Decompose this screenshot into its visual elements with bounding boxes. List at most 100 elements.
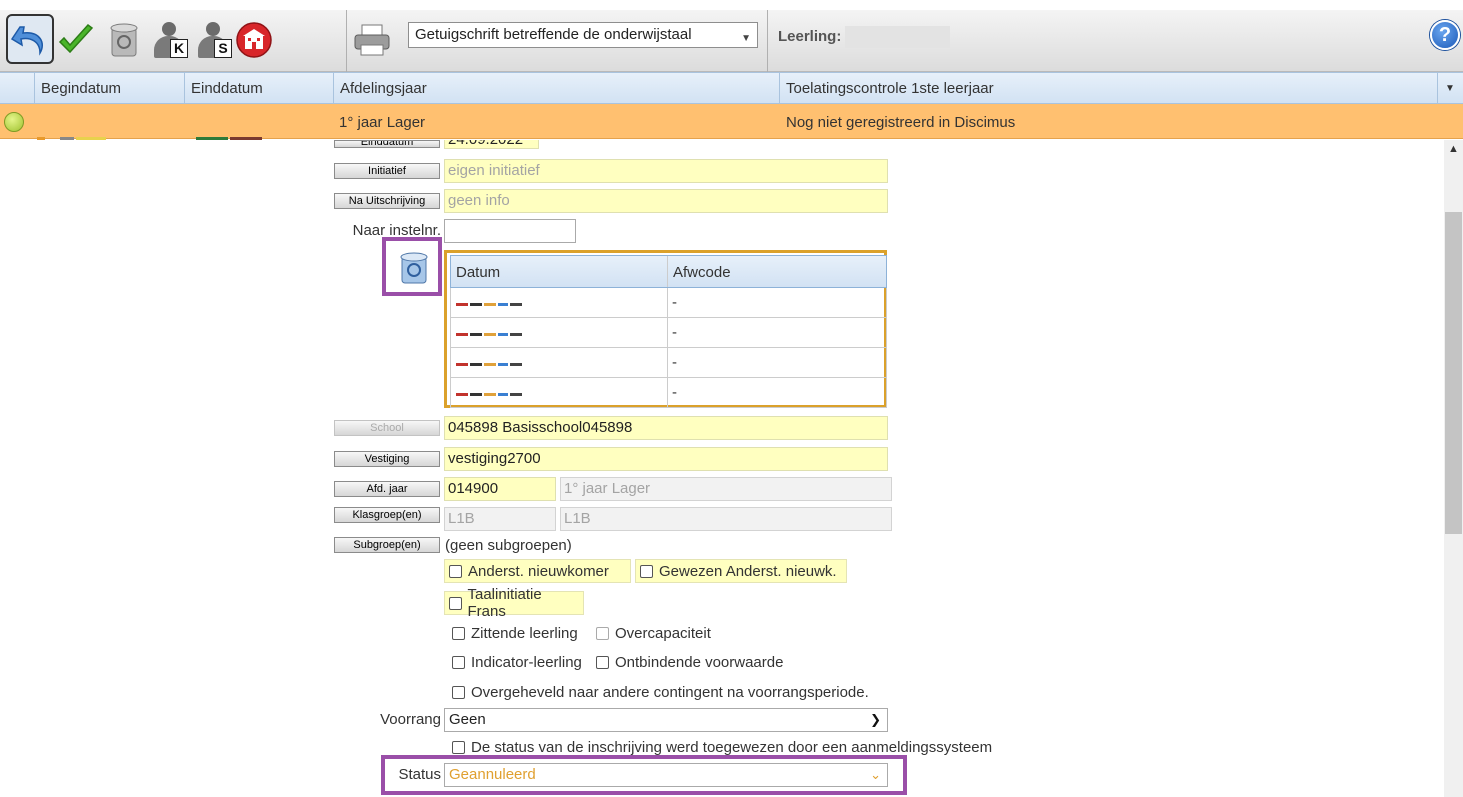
table-row[interactable]: -	[450, 318, 887, 348]
voorrang-select-value: Geen	[449, 711, 486, 728]
person-k-icon: K	[150, 20, 190, 60]
begindatum-cell	[36, 104, 107, 140]
checkbox-icon	[452, 741, 465, 754]
table-row[interactable]: -	[450, 348, 887, 378]
afwcode-cell: -	[672, 324, 677, 341]
ontbindende-voorwaarde-checkbox[interactable]: Ontbindende voorwaarde	[596, 654, 783, 671]
checkbox-icon	[449, 596, 462, 610]
klasgroep-field-2: L1B	[560, 507, 892, 531]
scroll-up-arrow-icon[interactable]: ▲	[1444, 143, 1463, 159]
absence-table: Datum Afwcode - - - -	[450, 255, 887, 408]
absence-table-header: Datum Afwcode	[450, 255, 887, 288]
indicator-leerling-checkbox[interactable]: Indicator-leerling	[452, 654, 582, 671]
status-aanmeldingssysteem-label: De status van de inschrijving werd toege…	[471, 739, 993, 756]
datum-cell	[451, 348, 668, 377]
status-aanmeldingssysteem-checkbox[interactable]: De status van de inschrijving werd toege…	[452, 739, 992, 756]
column-begindatum[interactable]: Begindatum	[34, 73, 184, 104]
school-field[interactable]: 045898 Basisschool045898	[444, 416, 888, 440]
status-dot-icon	[4, 112, 24, 132]
vestiging-button[interactable]: Vestiging	[334, 451, 440, 467]
save-button[interactable]	[54, 16, 98, 64]
afd-jaar-name-field: 1° jaar Lager	[560, 477, 892, 501]
toolbar-separator	[346, 10, 347, 72]
na-uitschrijving-button[interactable]: Na Uitschrijving	[334, 193, 440, 209]
table-row[interactable]: -	[450, 288, 887, 318]
report-select[interactable]: Getuigschrift betreffende de onderwijsta…	[408, 22, 758, 48]
table-row[interactable]: -	[450, 378, 887, 408]
checkbox-icon	[449, 564, 462, 578]
overgeheveld-label: Overgeheveld naar andere contingent na v…	[471, 684, 869, 701]
recycle-bin-icon	[110, 23, 138, 57]
checkbox-icon	[640, 564, 653, 578]
scrollbar-thumb[interactable]	[1445, 212, 1462, 534]
klasgroep-button[interactable]: Klasgroep(en)	[334, 507, 440, 523]
recycle-bin-icon	[400, 252, 428, 284]
school-button[interactable]	[232, 16, 276, 64]
anderst-nieuwkomer-label: Anderst. nieuwkomer	[468, 562, 609, 580]
recycle-bin-button[interactable]	[396, 250, 432, 286]
person-s-button[interactable]: S	[192, 16, 236, 64]
einddatum-button[interactable]: Einddatum	[334, 140, 440, 148]
zittende-leerling-checkbox[interactable]: Zittende leerling	[452, 625, 578, 642]
afd-jaar-code-field[interactable]: 014900	[444, 477, 556, 501]
voorrang-label: Voorrang	[380, 711, 441, 728]
checkbox-icon	[452, 627, 465, 640]
subgroep-value: (geen subgroepen)	[445, 537, 572, 554]
absence-table-frame: Datum Afwcode - - - -	[444, 250, 887, 408]
einddatum-field[interactable]: 24.09.2022	[444, 140, 539, 149]
student-label: Leerling:	[778, 28, 842, 45]
datum-cell	[451, 378, 668, 407]
naar-instelnr-input[interactable]	[444, 219, 576, 243]
datum-cell	[451, 318, 668, 347]
anderst-nieuwkomer-checkbox[interactable]: Anderst. nieuwkomer	[444, 559, 631, 583]
taalinitiatie-frans-label: Taalinitiatie Frans	[467, 586, 542, 620]
toelatingscontrole-cell: Nog niet geregistreerd in Discimus	[786, 114, 1016, 131]
column-einddatum[interactable]: Einddatum	[184, 73, 334, 104]
school-icon	[236, 22, 272, 58]
column-datum[interactable]: Datum	[451, 256, 668, 287]
column-afdelingsjaar[interactable]: Afdelingsjaar	[333, 73, 779, 104]
column-afwcode[interactable]: Afwcode	[668, 256, 886, 287]
person-k-button[interactable]: K	[148, 16, 192, 64]
datum-cell	[451, 288, 668, 317]
dropdown-arrow-icon: ▼	[741, 33, 751, 44]
gewezen-anderst-label: Gewezen Anderst. nieuwk.	[659, 562, 837, 580]
column-toelatingscontrole[interactable]: Toelatingscontrole 1ste leerjaar	[779, 73, 1437, 104]
delete-button[interactable]	[102, 16, 146, 64]
table-row[interactable]: 1° jaar Lager Nog niet geregistreerd in …	[0, 104, 1463, 140]
na-uitschrijving-field[interactable]: geen info	[444, 189, 888, 213]
grid-header: Begindatum Einddatum Afdelingsjaar Toela…	[0, 72, 1463, 104]
overcapaciteit-label: Overcapaciteit	[615, 625, 711, 642]
print-button[interactable]	[350, 16, 394, 64]
zittende-leerling-label: Zittende leerling	[471, 625, 578, 642]
status-select[interactable]: Geannuleerd ⌄	[444, 763, 888, 787]
checkbox-icon	[596, 656, 609, 669]
column-menu-icon[interactable]: ▼	[1437, 73, 1463, 104]
person-k-letter: K	[170, 39, 188, 58]
voorrang-select[interactable]: Geen ❯	[444, 708, 888, 732]
einddatum-cell	[195, 104, 263, 140]
initiatief-field[interactable]: eigen initiatief	[444, 159, 888, 183]
school-button: School	[334, 420, 440, 436]
chevron-down-icon: ❯	[870, 712, 881, 727]
undo-button[interactable]	[6, 14, 54, 64]
afd-jaar-button[interactable]: Afd. jaar	[334, 481, 440, 497]
subgroep-button[interactable]: Subgroep(en)	[334, 537, 440, 553]
vestiging-field[interactable]: vestiging2700	[444, 447, 888, 471]
overgeheveld-checkbox[interactable]: Overgeheveld naar andere contingent na v…	[452, 684, 869, 701]
toolbar: K S Getuigschrift betreffende de onderwi…	[0, 10, 1463, 72]
gewezen-anderst-checkbox[interactable]: Gewezen Anderst. nieuwk.	[635, 559, 847, 583]
person-s-letter: S	[214, 39, 232, 58]
initiatief-button[interactable]: Initiatief	[334, 163, 440, 179]
taalinitiatie-frans-checkbox[interactable]: Taalinitiatie Frans	[444, 586, 584, 620]
ontbindende-voorwaarde-label: Ontbindende voorwaarde	[615, 654, 784, 671]
report-select-value: Getuigschrift betreffende de onderwijsta…	[415, 26, 692, 43]
checkbox-icon	[452, 686, 465, 699]
printer-icon	[354, 24, 390, 56]
afdelingsjaar-cell: 1° jaar Lager	[339, 114, 426, 131]
checkbox-icon	[596, 627, 609, 640]
indicator-leerling-label: Indicator-leerling	[471, 654, 582, 671]
undo-icon	[10, 26, 44, 56]
afwcode-cell: -	[672, 384, 677, 401]
help-icon[interactable]: ?	[1430, 20, 1460, 50]
